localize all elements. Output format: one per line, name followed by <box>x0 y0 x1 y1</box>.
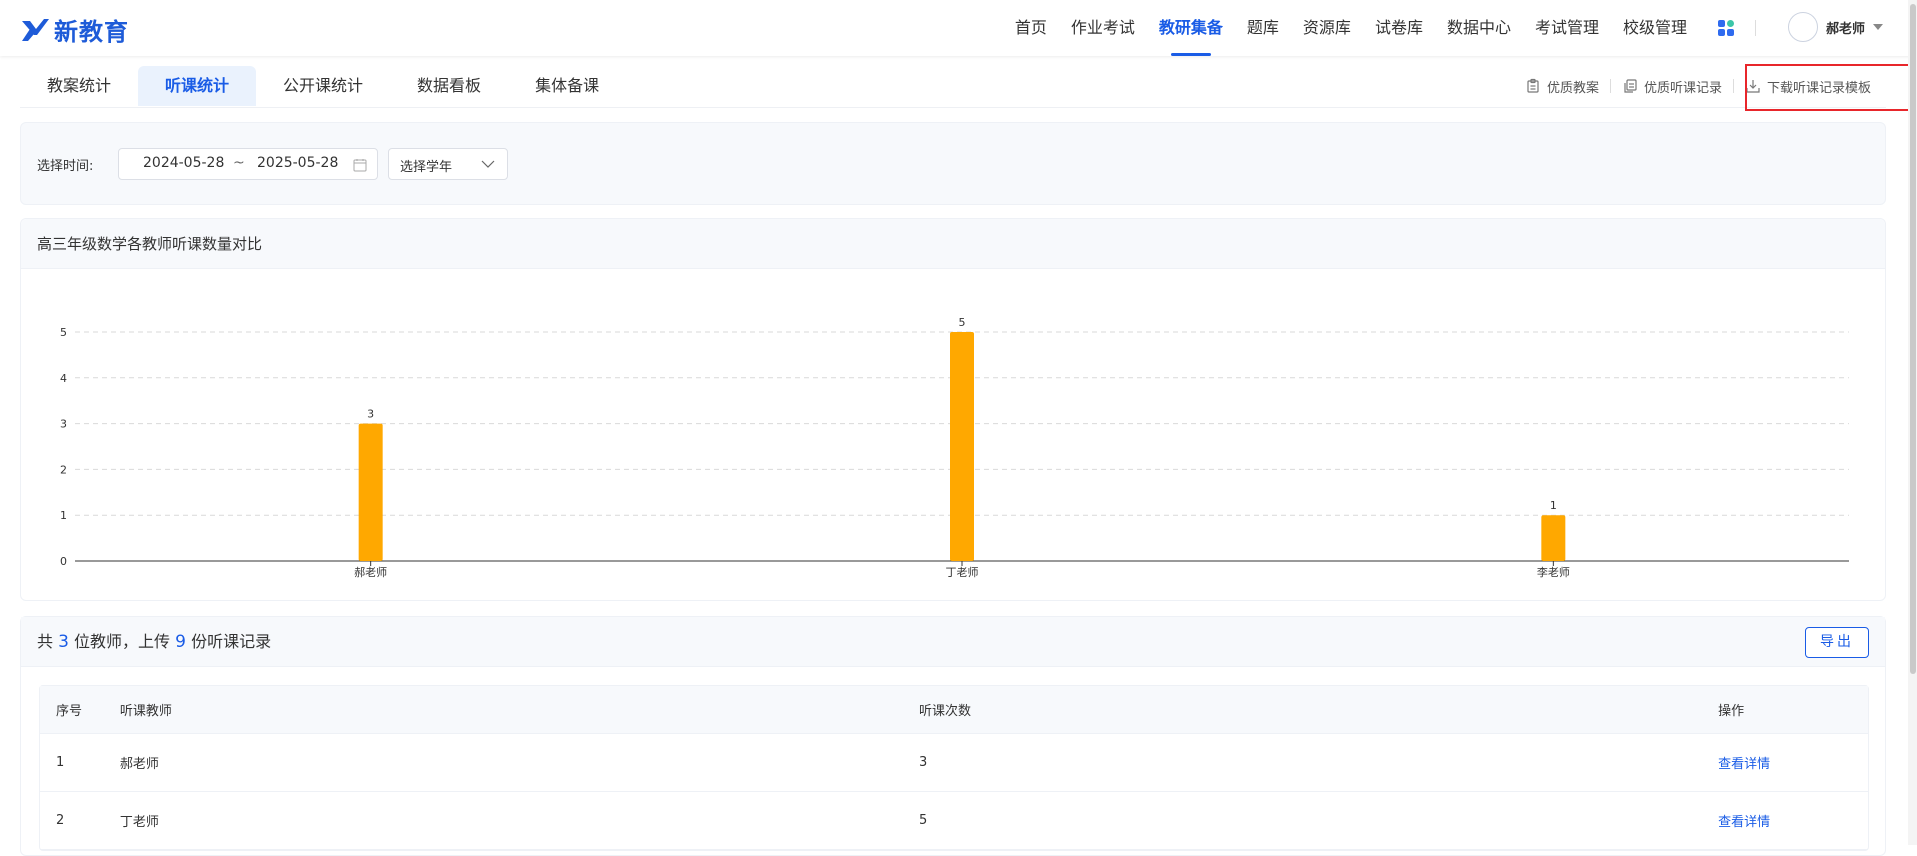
chevron-down-icon <box>481 160 495 168</box>
chart-panel: 高三年级数学各教师听课数量对比 0 1 2 3 4 5 3 郝老师 5 丁老师 1 李老师 <box>20 218 1886 601</box>
chart-title: 高三年级数学各教师听课数量对比 <box>21 219 1885 269</box>
summary-middle: 位教师，上传 <box>74 632 171 651</box>
column-header-count: 听课次数 <box>919 704 972 719</box>
x-tick-label: 丁老师 <box>946 566 979 579</box>
tab-collective-prep[interactable]: 集体备课 <box>508 66 626 106</box>
y-tick-label: 1 <box>60 509 67 522</box>
document-copy-icon <box>1624 79 1637 93</box>
bar <box>358 423 383 561</box>
row-index: 2 <box>56 813 65 828</box>
quality-listen-record-link[interactable]: 优质听课记录 <box>1622 77 1722 96</box>
nav-teaching-research[interactable]: 教研集备 <box>1159 0 1223 56</box>
filter-panel: 选择时间: 2024-05-28 ~ 2025-05-28 选择学年 <box>20 122 1886 205</box>
row-teacher: 郝老师 <box>119 757 159 772</box>
nav-papers[interactable]: 试卷库 <box>1375 0 1423 56</box>
quality-listen-record-label: 优质听课记录 <box>1643 80 1722 96</box>
start-date-input[interactable]: 2024-05-28 <box>143 155 224 171</box>
data-label: 5 <box>959 316 966 329</box>
nav-data-center[interactable]: 数据中心 <box>1447 0 1511 56</box>
column-header-index: 序号 <box>56 704 83 719</box>
end-date-input[interactable]: 2025-05-28 <box>257 155 338 171</box>
x-tick-label: 李老师 <box>1537 565 1570 579</box>
sub-tabs: 教案统计 听课统计 公开课统计 数据看板 集体备课 <box>20 66 626 106</box>
divider <box>1755 20 1756 36</box>
nav-home[interactable]: 首页 <box>1015 0 1047 56</box>
divider <box>1732 79 1734 93</box>
range-separator: ~ <box>233 155 245 171</box>
row-index: 1 <box>56 755 65 770</box>
quality-lesson-plan-link[interactable]: 优质教案 <box>1525 77 1599 96</box>
divider <box>1609 79 1611 93</box>
table-row: 1 郝老师 3 查看详情 <box>40 734 1868 792</box>
data-label: 3 <box>367 408 374 421</box>
date-range-picker[interactable]: 2024-05-28 ~ 2025-05-28 <box>118 148 378 180</box>
user-name: 郝老师 <box>1826 21 1866 37</box>
school-year-select-value: 选择学年 <box>400 160 453 175</box>
nav-exam-management[interactable]: 考试管理 <box>1535 0 1599 56</box>
bar <box>950 332 974 561</box>
export-button[interactable]: 导出 <box>1805 627 1869 658</box>
y-tick-label: 0 <box>60 555 67 568</box>
filter-label: 选择时间: <box>37 159 94 174</box>
data-label: 1 <box>1550 499 1557 512</box>
summary-line: 共 3 位教师，上传 9 份听课记录 <box>21 617 1885 667</box>
tab-open-class-stats[interactable]: 公开课统计 <box>256 66 390 106</box>
tab-divider <box>20 107 1886 108</box>
scrollbar-thumb[interactable] <box>1910 4 1916 674</box>
logo-icon <box>22 18 49 41</box>
main-nav: 首页 作业考试 教研集备 题库 资源库 试卷库 数据中心 考试管理 校级管理 <box>991 0 1687 56</box>
chevron-down-icon <box>1873 24 1884 30</box>
apps-grid-icon[interactable] <box>1717 19 1735 37</box>
tab-data-dashboard[interactable]: 数据看板 <box>390 66 508 106</box>
summary-prefix: 共 <box>37 632 54 651</box>
bar <box>1541 515 1566 561</box>
y-tick-label: 5 <box>60 326 67 339</box>
tab-listen-stats[interactable]: 听课统计 <box>138 66 257 106</box>
clipboard-icon <box>1527 78 1539 93</box>
view-details-link[interactable]: 查看详情 <box>1718 753 1868 772</box>
view-details-link[interactable]: 查看详情 <box>1718 811 1868 830</box>
x-tick-label: 郝老师 <box>354 565 387 579</box>
avatar[interactable] <box>1788 12 1818 42</box>
calendar-icon <box>353 159 367 172</box>
y-tick-label: 2 <box>60 463 67 476</box>
y-tick-label: 3 <box>60 418 67 431</box>
bar-chart: 0 1 2 3 4 5 3 郝老师 5 丁老师 1 李老师 <box>60 316 1849 579</box>
nav-homework-exam[interactable]: 作业考试 <box>1071 0 1135 56</box>
logo-text: 新教育 <box>54 18 129 46</box>
table-row: 2 丁老师 5 查看详情 <box>40 792 1868 850</box>
highlight-annotation <box>1745 64 1914 111</box>
row-count: 3 <box>919 755 928 770</box>
records-panel: 共 3 位教师，上传 9 份听课记录 导出 序号 听课教师 听课次数 操作 1 … <box>20 616 1886 856</box>
top-navbar: 新教育 首页 作业考试 教研集备 题库 资源库 试卷库 数据中心 考试管理 校级… <box>0 0 1917 56</box>
user-menu[interactable]: 郝老师 <box>1788 12 1884 42</box>
y-tick-label: 4 <box>60 372 67 385</box>
records-table: 序号 听课教师 听课次数 操作 1 郝老师 3 查看详情 2 丁老师 5 查看详… <box>39 685 1869 851</box>
nav-school-management[interactable]: 校级管理 <box>1623 0 1687 56</box>
record-count: 9 <box>175 632 186 652</box>
logo[interactable]: 新教育 <box>20 12 129 47</box>
teacher-count: 3 <box>58 632 69 652</box>
tab-lesson-plan-stats[interactable]: 教案统计 <box>20 66 138 106</box>
nav-resources[interactable]: 资源库 <box>1303 0 1351 56</box>
column-header-teacher: 听课教师 <box>119 704 172 719</box>
row-teacher: 丁老师 <box>119 815 159 830</box>
school-year-select[interactable]: 选择学年 <box>388 148 508 180</box>
row-count: 5 <box>919 813 928 828</box>
summary-suffix: 份听课记录 <box>191 632 272 651</box>
column-header-action: 操作 <box>1718 704 1745 719</box>
quality-lesson-plan-label: 优质教案 <box>1546 80 1599 96</box>
table-header-row: 序号 听课教师 听课次数 操作 <box>40 686 1868 734</box>
nav-question-bank[interactable]: 题库 <box>1247 0 1279 56</box>
